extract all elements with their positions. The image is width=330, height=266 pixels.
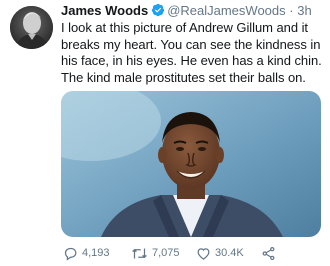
avatar[interactable] [10,6,53,49]
heart-icon [196,246,211,261]
separator-dot: · [289,3,294,18]
reply-icon [63,246,78,261]
reply-button[interactable]: 4,193 [63,244,110,262]
share-icon [261,246,276,261]
author-name[interactable]: James Woods [61,3,148,18]
retweet-icon [131,246,148,261]
tweet-card[interactable]: James Woods @RealJamesWoods · 3h I look a… [0,0,330,266]
tweet-content: James Woods @RealJamesWoods · 3h I look a… [61,2,325,86]
tweet-photo[interactable] [61,91,321,237]
like-button[interactable]: 30.4K [196,244,244,262]
retweet-button[interactable]: 7,075 [131,244,180,262]
tweet-header: James Woods @RealJamesWoods · 3h [61,2,325,19]
tweet-text: I look at this picture of Andrew Gillum … [61,20,322,85]
like-count: 30.4K [215,247,244,259]
timestamp[interactable]: 3h [297,3,311,18]
verified-badge-icon [151,3,165,19]
retweet-count: 7,075 [152,247,180,259]
author-handle[interactable]: @RealJamesWoods [167,3,285,18]
tweet-actions: 4,193 7,075 30.4K [61,244,325,262]
reply-count: 4,193 [82,247,110,259]
share-button[interactable] [261,244,276,262]
